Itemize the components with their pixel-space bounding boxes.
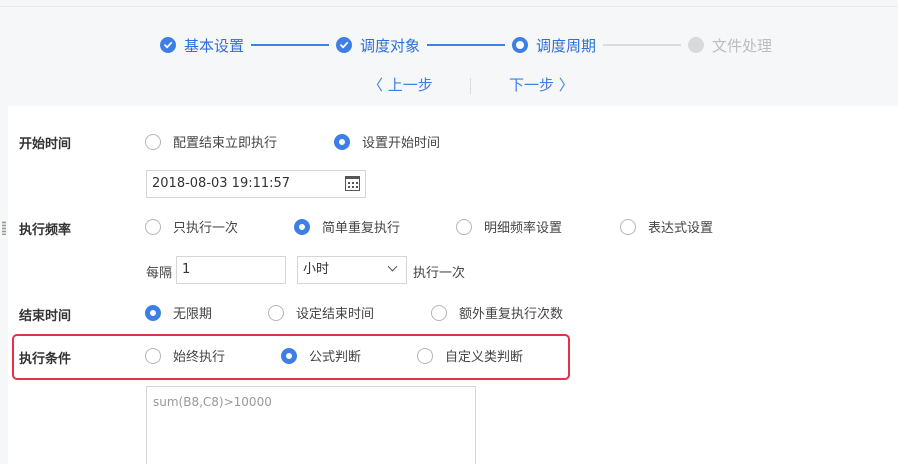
radio-simple-repeat[interactable]: 简单重复执行 — [294, 217, 400, 236]
radio-label: 表达式设置 — [648, 221, 714, 236]
radio-unchecked-icon — [268, 304, 284, 321]
step-connector — [427, 44, 506, 46]
radio-unchecked-icon — [431, 304, 447, 321]
check-circle-icon — [336, 37, 353, 53]
radio-start-immediately[interactable]: 配置结束立即执行 — [145, 132, 277, 151]
start-time-label: 开始时间 — [19, 137, 72, 152]
radio-label: 简单重复执行 — [322, 221, 401, 236]
step-label: 基本设置 — [184, 36, 245, 55]
radio-label: 始终执行 — [173, 350, 226, 365]
next-step-button[interactable]: 下一步 〉 — [509, 74, 574, 95]
radio-unlimited[interactable]: 无限期 — [145, 303, 212, 322]
step-connector — [603, 44, 682, 46]
radio-label: 设置开始时间 — [362, 136, 441, 151]
step-schedule-period[interactable]: 调度周期 — [512, 35, 596, 56]
unit-value: 小时 — [303, 262, 330, 277]
radio-unchecked-icon — [145, 218, 161, 235]
radio-checked-icon — [294, 218, 310, 235]
radio-always-run[interactable]: 始终执行 — [145, 346, 225, 365]
radio-unchecked-icon — [145, 347, 161, 364]
radio-label: 配置结束立即执行 — [173, 136, 278, 151]
radio-extra-repeat-count[interactable]: 额外重复执行次数 — [431, 303, 563, 322]
radio-expression-setting[interactable]: 表达式设置 — [620, 217, 713, 236]
condition-label: 执行条件 — [19, 352, 72, 367]
radio-checked-icon — [145, 304, 161, 321]
radio-custom-class-check[interactable]: 自定义类判断 — [417, 346, 523, 365]
current-step-icon — [512, 37, 529, 53]
radio-label: 只执行一次 — [173, 221, 239, 236]
interval-unit-select[interactable]: 小时 — [297, 256, 407, 284]
step-label: 文件处理 — [712, 36, 773, 55]
step-basic-settings[interactable]: 基本设置 — [160, 35, 244, 56]
step-progress: 基本设置 调度对象 调度周期 文件处理 — [160, 34, 772, 56]
radio-label: 设定结束时间 — [296, 307, 375, 322]
radio-unchecked-icon — [145, 133, 161, 150]
radio-set-start-time[interactable]: 设置开始时间 — [334, 132, 440, 151]
previous-step-button[interactable]: 〈 上一步 — [368, 74, 433, 95]
calendar-icon[interactable] — [345, 176, 360, 191]
step-label: 调度周期 — [536, 36, 597, 55]
frequency-label: 执行频率 — [19, 223, 72, 238]
radio-checked-icon — [281, 347, 297, 364]
radio-label: 公式判断 — [309, 350, 362, 365]
chevron-down-icon — [387, 261, 398, 272]
radio-checked-icon — [334, 133, 350, 150]
step-label: 调度对象 — [360, 36, 421, 55]
radio-formula-check[interactable]: 公式判断 — [281, 346, 361, 365]
radio-label: 额外重复执行次数 — [459, 307, 564, 322]
step-connector — [251, 44, 330, 46]
interval-value: 1 — [182, 262, 191, 277]
step-file-processing[interactable]: 文件处理 — [688, 35, 772, 56]
radio-run-once[interactable]: 只执行一次 — [145, 217, 238, 236]
radio-unchecked-icon — [417, 347, 433, 364]
step-navigation: 〈 上一步 下一步 〉 — [0, 74, 898, 96]
end-time-label: 结束时间 — [19, 309, 72, 324]
radio-label: 明细频率设置 — [484, 221, 563, 236]
formula-textarea[interactable]: sum(B8,C8)>10000 — [146, 386, 476, 464]
start-datetime-input[interactable]: 2018-08-03 19:11:57 — [146, 170, 366, 198]
radio-label: 无限期 — [173, 307, 213, 322]
run-once-suffix: 执行一次 — [413, 266, 466, 281]
step-schedule-object[interactable]: 调度对象 — [336, 35, 420, 56]
every-label: 每隔 — [146, 266, 173, 281]
formula-placeholder: sum(B8,C8)>10000 — [153, 395, 272, 409]
check-circle-icon — [160, 37, 176, 53]
interval-input[interactable]: 1 — [176, 256, 286, 284]
radio-label: 自定义类判断 — [445, 350, 524, 365]
radio-unchecked-icon — [456, 218, 472, 235]
top-divider — [0, 6, 898, 7]
radio-detailed-frequency[interactable]: 明细频率设置 — [456, 217, 562, 236]
radio-unchecked-icon — [620, 218, 636, 235]
datetime-value: 2018-08-03 19:11:57 — [152, 176, 291, 191]
radio-set-end-time[interactable]: 设定结束时间 — [268, 303, 374, 322]
nav-divider — [470, 78, 471, 94]
schedule-form-panel: 开始时间 配置结束立即执行 设置开始时间 2018-08-03 19:11:57… — [8, 106, 898, 464]
pending-step-icon — [688, 37, 705, 53]
drag-handle-icon[interactable] — [2, 221, 6, 235]
